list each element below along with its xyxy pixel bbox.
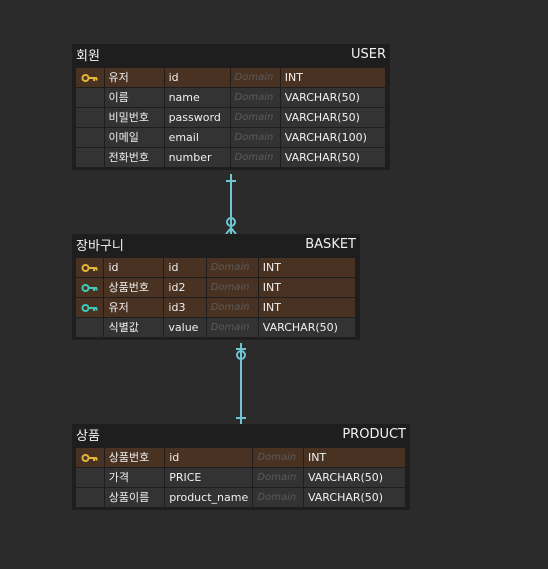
primary-key-icon xyxy=(81,453,98,462)
user-entity[interactable]: 회원 USER 유저 id Domain INT 이름 name Domain VARCHAR… xyxy=(72,44,390,170)
logical-name-cell: 유저 xyxy=(104,298,164,317)
key-cell xyxy=(76,68,104,87)
key-cell xyxy=(76,318,104,337)
data-type-cell: INT xyxy=(258,298,355,317)
data-type-cell: VARCHAR(50) xyxy=(303,488,406,507)
physical-name-cell: value xyxy=(164,318,206,337)
data-type-cell: INT xyxy=(303,448,406,467)
data-type-cell: VARCHAR(100) xyxy=(280,128,386,147)
key-cell xyxy=(76,278,104,297)
user-basket-relationship[interactable] xyxy=(225,174,237,235)
key-cell xyxy=(76,108,104,127)
column-row[interactable]: 비밀번호 password Domain VARCHAR(50) xyxy=(76,108,386,128)
product-column-list: 상품번호 id Domain INT 가격 PRICE Domain VARCHAR(50) 상… xyxy=(72,444,410,510)
key-cell xyxy=(76,448,104,467)
foreign-key-icon xyxy=(81,303,98,312)
user-logical-name: 회원 xyxy=(76,48,100,64)
key-cell xyxy=(76,258,104,277)
product-entity[interactable]: 상품 PRODUCT 상품번호 id Domain INT 가격 PRICE Domain V… xyxy=(72,424,410,510)
logical-name-cell: 식별값 xyxy=(104,318,164,337)
logical-name-cell: id xyxy=(104,258,164,277)
domain-cell: Domain xyxy=(253,448,303,467)
logical-name-cell: 상품이름 xyxy=(104,488,165,507)
key-cell xyxy=(76,88,104,107)
logical-name-cell: 이름 xyxy=(104,88,164,107)
domain-cell: Domain xyxy=(253,488,303,507)
basket-column-list: id id Domain INT 상품번호 id2 Domain INT 유저 id3 Domain… xyxy=(72,254,360,340)
basket-product-relationship[interactable] xyxy=(236,343,246,424)
domain-cell: Domain xyxy=(230,88,280,107)
column-row[interactable]: 유저 id3 Domain INT xyxy=(76,298,356,318)
column-row[interactable]: id id Domain INT xyxy=(76,258,356,278)
column-row[interactable]: 상품번호 id Domain INT xyxy=(76,448,406,468)
key-cell xyxy=(76,148,104,167)
physical-name-cell: id xyxy=(164,258,206,277)
column-row[interactable]: 가격 PRICE Domain VARCHAR(50) xyxy=(76,468,406,488)
product-entity-header: 상품 PRODUCT xyxy=(72,424,410,444)
column-row[interactable]: 이름 name Domain VARCHAR(50) xyxy=(76,88,386,108)
data-type-cell: VARCHAR(50) xyxy=(280,88,386,107)
key-cell xyxy=(76,488,104,507)
physical-name-cell: name xyxy=(164,88,230,107)
domain-cell: Domain xyxy=(230,148,280,167)
product-logical-name: 상품 xyxy=(76,428,100,444)
domain-cell: Domain xyxy=(206,298,258,317)
product-physical-name: PRODUCT xyxy=(342,426,406,442)
logical-name-cell: 비밀번호 xyxy=(104,108,164,127)
physical-name-cell: number xyxy=(164,148,230,167)
key-cell xyxy=(76,468,104,487)
physical-name-cell: PRICE xyxy=(165,468,253,487)
domain-cell: Domain xyxy=(230,108,280,127)
logical-name-cell: 전화번호 xyxy=(104,148,164,167)
key-cell xyxy=(76,128,104,147)
physical-name-cell: id xyxy=(164,68,230,87)
user-physical-name: USER xyxy=(350,46,386,62)
key-cell xyxy=(76,298,104,317)
logical-name-cell: 이메일 xyxy=(104,128,164,147)
domain-cell: Domain xyxy=(206,318,258,337)
domain-cell: Domain xyxy=(230,68,280,87)
column-row[interactable]: 상품이름 product_name Domain VARCHAR(50) xyxy=(76,488,406,508)
physical-name-cell: id xyxy=(165,448,253,467)
data-type-cell: INT xyxy=(258,278,355,297)
domain-cell: Domain xyxy=(206,258,258,277)
column-row[interactable]: 이메일 email Domain VARCHAR(100) xyxy=(76,128,386,148)
physical-name-cell: password xyxy=(164,108,230,127)
user-entity-header: 회원 USER xyxy=(72,44,390,64)
logical-name-cell: 가격 xyxy=(104,468,165,487)
data-type-cell: INT xyxy=(280,68,386,87)
column-row[interactable]: 식별값 value Domain VARCHAR(50) xyxy=(76,318,356,338)
domain-cell: Domain xyxy=(230,128,280,147)
basket-entity-header: 장바구니 BASKET xyxy=(72,234,360,254)
physical-name-cell: email xyxy=(164,128,230,147)
data-type-cell: VARCHAR(50) xyxy=(258,318,355,337)
basket-physical-name: BASKET xyxy=(305,236,356,252)
logical-name-cell: 유저 xyxy=(104,68,164,87)
logical-name-cell: 상품번호 xyxy=(104,278,164,297)
domain-cell: Domain xyxy=(253,468,303,487)
user-column-list: 유저 id Domain INT 이름 name Domain VARCHAR(50) 비밀번호… xyxy=(72,64,390,170)
column-row[interactable]: 전화번호 number Domain VARCHAR(50) xyxy=(76,148,386,168)
domain-cell: Domain xyxy=(206,278,258,297)
basket-logical-name: 장바구니 xyxy=(76,238,124,254)
physical-name-cell: id2 xyxy=(164,278,206,297)
data-type-cell: INT xyxy=(258,258,355,277)
basket-entity[interactable]: 장바구니 BASKET id id Domain INT 상품번호 id2 Domain IN… xyxy=(72,234,360,340)
column-row[interactable]: 상품번호 id2 Domain INT xyxy=(76,278,356,298)
physical-name-cell: id3 xyxy=(164,298,206,317)
data-type-cell: VARCHAR(50) xyxy=(280,108,386,127)
column-row[interactable]: 유저 id Domain INT xyxy=(76,68,386,88)
logical-name-cell: 상품번호 xyxy=(104,448,165,467)
primary-key-icon xyxy=(81,263,98,272)
primary-key-icon xyxy=(81,73,98,82)
data-type-cell: VARCHAR(50) xyxy=(303,468,406,487)
physical-name-cell: product_name xyxy=(165,488,253,507)
data-type-cell: VARCHAR(50) xyxy=(280,148,386,167)
foreign-key-icon xyxy=(81,283,98,292)
